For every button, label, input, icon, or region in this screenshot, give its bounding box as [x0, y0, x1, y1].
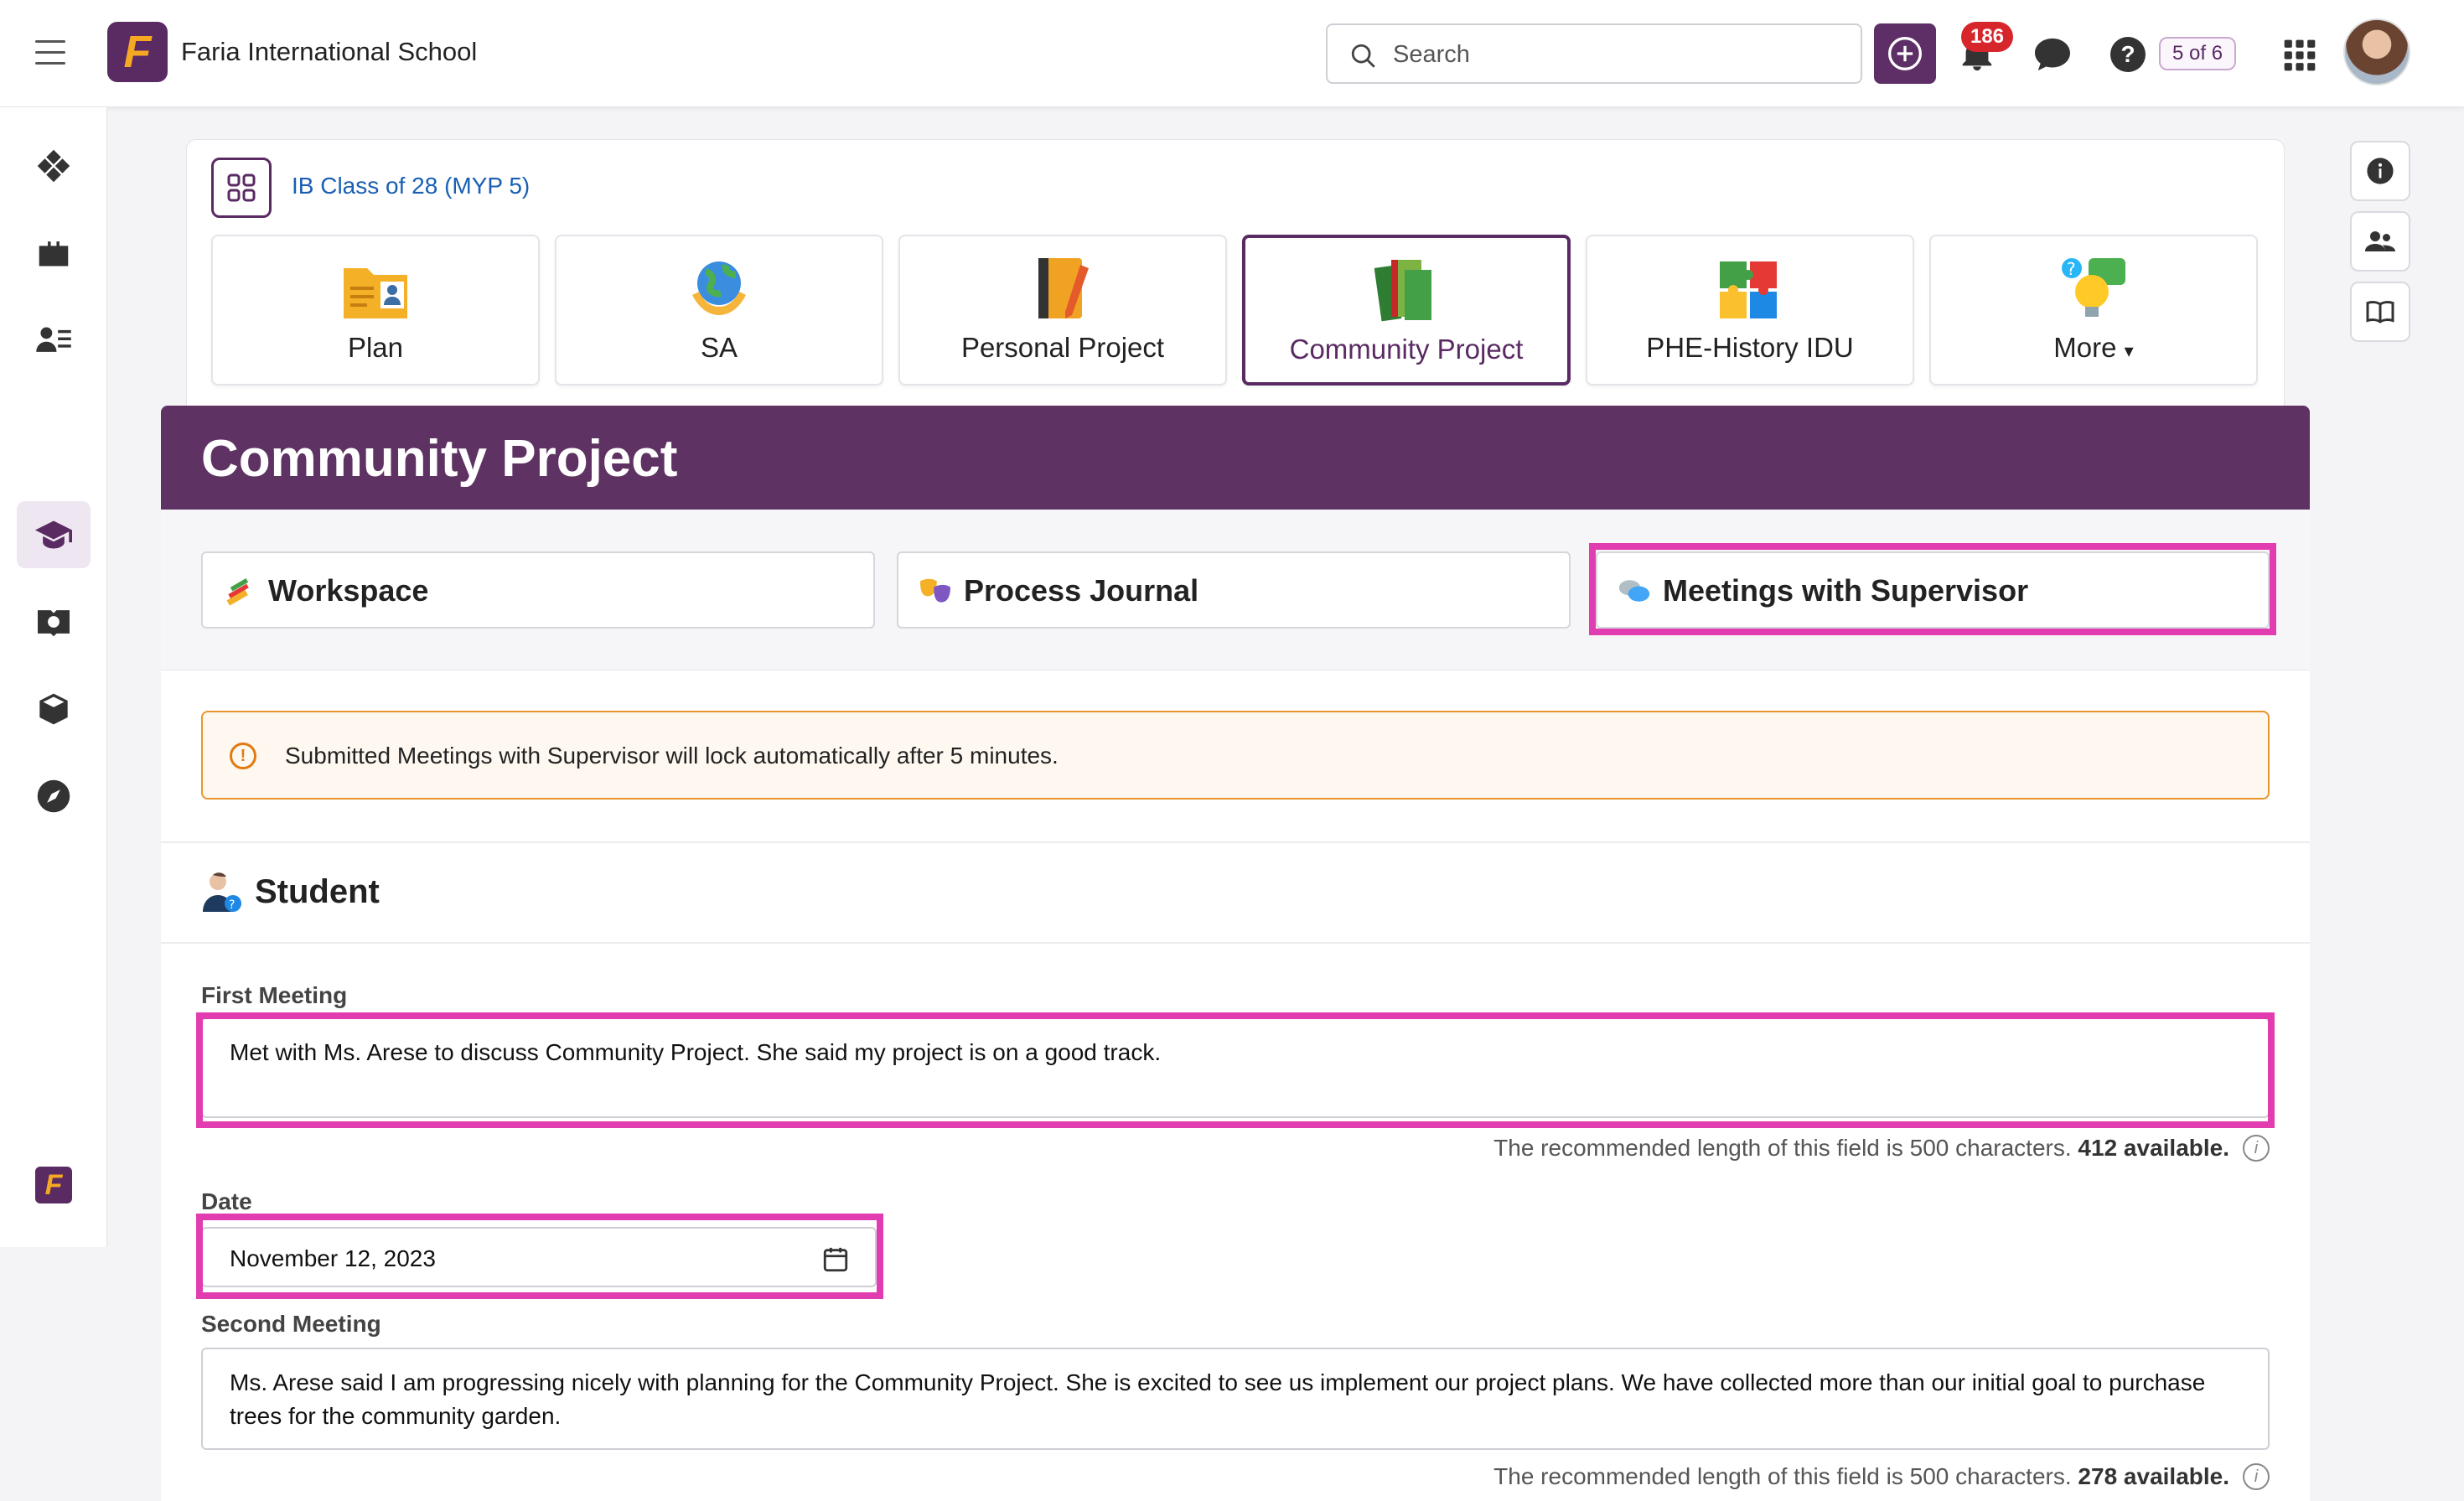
compass-icon[interactable]: [34, 776, 74, 816]
subtab-process-journal[interactable]: Process Journal: [897, 551, 1571, 629]
grid-icon: [227, 173, 256, 202]
tile-sa[interactable]: SA: [555, 235, 883, 386]
alert-text: Submitted Meetings with Supervisor will …: [285, 743, 1059, 769]
svg-text:?: ?: [229, 898, 235, 912]
notebook-pencil-icon: [1038, 258, 1089, 318]
left-navigation-rail: F: [0, 107, 107, 1247]
first-meeting-hint: The recommended length of this field is …: [1493, 1135, 2229, 1162]
page-title: Community Project: [201, 430, 678, 488]
subtab-label: Workspace: [268, 573, 429, 608]
subtab-label: Process Journal: [964, 573, 1199, 608]
briefcase-icon[interactable]: [34, 233, 74, 273]
hint-prefix: The recommended length of this field is …: [1493, 1463, 2072, 1489]
tile-label: More ▾: [1931, 332, 2256, 364]
caret-down-icon: ▾: [2124, 340, 2134, 361]
puzzle-icon: [1720, 261, 1777, 318]
search-box[interactable]: [1326, 23, 1862, 84]
masks-icon: [920, 578, 950, 603]
search-icon: [1351, 44, 1375, 68]
info-circle-icon[interactable]: i: [2243, 1135, 2270, 1162]
highlight-date: [196, 1214, 883, 1299]
highlight-first-meeting: [196, 1012, 2275, 1128]
class-link[interactable]: IB Class of 28 (MYP 5): [292, 173, 530, 199]
divider: [161, 841, 2310, 843]
hint-available: 278 available.: [2078, 1463, 2229, 1489]
tile-label: Personal Project: [960, 332, 1165, 363]
school-name: Faria International School: [181, 37, 478, 66]
info-icon: [2367, 158, 2394, 184]
search-input[interactable]: [1393, 37, 1837, 72]
people-button[interactable]: [2350, 211, 2410, 272]
folder-id-icon: [344, 268, 407, 318]
svg-text:?: ?: [2067, 259, 2076, 279]
highlight-meetings-tab: [1589, 543, 2276, 635]
tile-more-label: More: [2053, 332, 2117, 363]
lock-warning-alert: ! Submitted Meetings with Supervisor wil…: [201, 711, 2270, 800]
books-icon: [1374, 260, 1431, 322]
school-logo[interactable]: F: [107, 22, 168, 82]
dashboard-diamond-icon[interactable]: [34, 146, 74, 186]
tile-label: Community Project: [1289, 334, 1524, 365]
student-icon: ?: [203, 872, 241, 912]
top-bar: F Faria International School 186 ? 5 of …: [0, 0, 2464, 107]
tile-more[interactable]: ? More ▾: [1929, 235, 2258, 386]
cube-icon[interactable]: [34, 689, 74, 729]
warning-circle-icon: !: [230, 743, 256, 769]
open-book-icon: [2366, 301, 2394, 323]
date-label: Date: [201, 1188, 252, 1214]
subtab-workspace[interactable]: Workspace: [201, 551, 875, 629]
people-icon: [2365, 231, 2395, 251]
page-banner: Community Project: [161, 406, 2310, 510]
info-button[interactable]: [2350, 141, 2410, 201]
first-meeting-label: First Meeting: [201, 982, 348, 1008]
second-meeting-textarea[interactable]: Ms. Arese said I am progressing nicely w…: [201, 1348, 2270, 1450]
tile-plan[interactable]: Plan: [211, 235, 540, 386]
faria-logo-icon[interactable]: F: [35, 1167, 72, 1203]
tile-community-project[interactable]: Community Project: [1242, 235, 1571, 386]
notification-badge: 186: [1961, 22, 2013, 52]
tile-phe-history-idu[interactable]: PHE-History IDU: [1586, 235, 1914, 386]
pager-badge[interactable]: 5 of 6: [2159, 37, 2237, 70]
student-section-title: Student: [255, 873, 380, 910]
tile-label: PHE-History IDU: [1646, 332, 1854, 363]
tile-label: Plan: [347, 332, 404, 363]
second-meeting-hint: The recommended length of this field is …: [1493, 1463, 2229, 1490]
globe-hands-icon: [692, 261, 746, 315]
tile-personal-project[interactable]: Personal Project: [898, 235, 1227, 386]
graduation-cap-icon[interactable]: [34, 515, 74, 555]
book-button[interactable]: [2350, 282, 2410, 342]
tile-label: SA: [700, 332, 738, 363]
info-circle-icon[interactable]: i: [2243, 1463, 2270, 1490]
menu-icon[interactable]: [35, 40, 65, 65]
apps-grid-icon[interactable]: [2283, 39, 2316, 72]
add-button[interactable]: [1874, 23, 1936, 84]
pencils-icon: [226, 578, 249, 606]
second-meeting-label: Second Meeting: [201, 1311, 381, 1337]
plus-circle-icon: [1888, 37, 1922, 70]
people-list-icon[interactable]: [34, 320, 74, 360]
help-icon[interactable]: ?: [2110, 37, 2146, 72]
globe-book-icon[interactable]: [34, 602, 74, 642]
hint-available: 412 available.: [2078, 1135, 2229, 1161]
hint-prefix: The recommended length of this field is …: [1493, 1135, 2072, 1161]
lightbulb-chat-icon: ?: [2062, 258, 2125, 317]
chat-icon[interactable]: [2033, 37, 2072, 72]
divider: [161, 942, 2310, 944]
user-avatar[interactable]: [2343, 18, 2410, 85]
class-grid-button[interactable]: [211, 158, 272, 218]
